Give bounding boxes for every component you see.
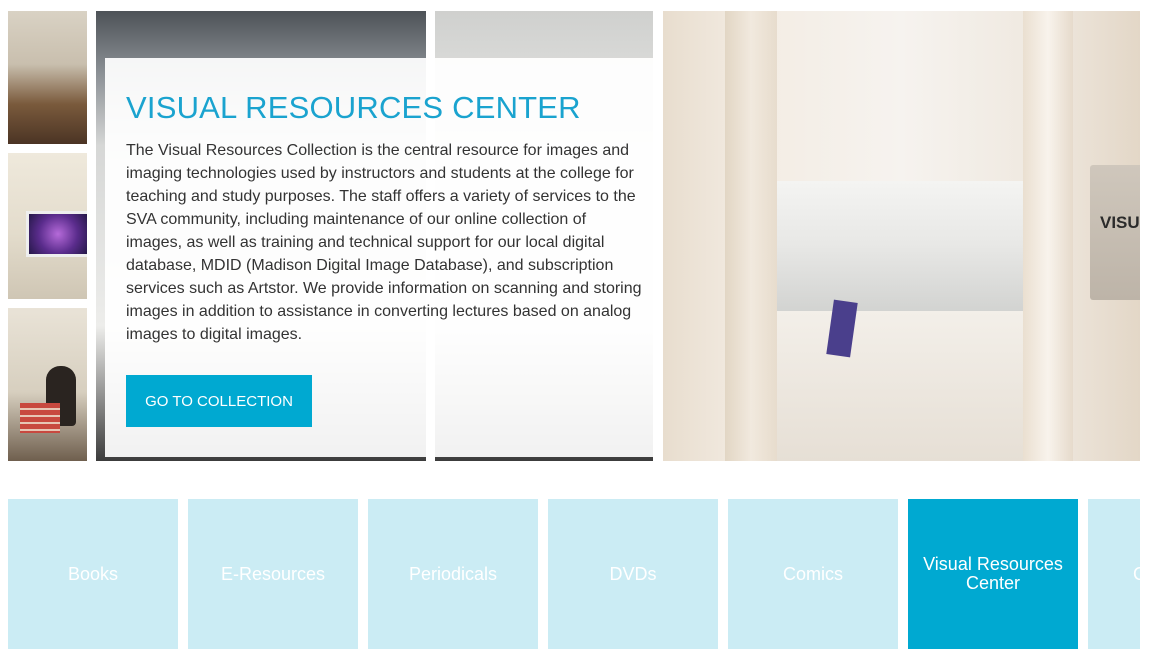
tile-comics[interactable]: Comics — [728, 499, 898, 649]
book-stack-image — [20, 403, 60, 433]
tile-label: Periodicals — [408, 563, 498, 584]
tile-e-resources[interactable]: E-Resources — [188, 499, 358, 649]
tile-partial[interactable]: G — [1088, 499, 1140, 649]
info-card: VISUAL RESOURCES CENTER The Visual Resou… — [105, 58, 662, 457]
tile-visual-resources-center[interactable]: Visual Resources Center — [908, 499, 1078, 649]
tile-dvds[interactable]: DVDs — [548, 499, 718, 649]
hero-banner: VISUAL RESOURCES CENTER VISUAL RESOURCES… — [8, 11, 1140, 461]
library-photo-imac — [8, 153, 87, 299]
wall-sign: VISUAL RESOURCES CENTER — [1090, 165, 1140, 300]
office-interior — [777, 181, 1023, 321]
library-photo-computers — [8, 11, 87, 144]
tile-label: Books — [67, 563, 119, 584]
description-text: The Visual Resources Collection is the c… — [126, 142, 642, 343]
wall-sign-text: VISUAL RESOURCES CENTER — [1100, 213, 1140, 232]
tile-label: DVDs — [609, 563, 657, 584]
tile-label: Visual Resources Center — [923, 554, 1063, 593]
tile-label: E-Resources — [220, 563, 326, 584]
page-title: VISUAL RESOURCES CENTER — [126, 90, 581, 125]
imac-screen-image — [26, 211, 87, 257]
go-to-collection-button[interactable]: GO TO COLLECTION — [126, 375, 312, 427]
visual-resources-room-photo: VISUAL RESOURCES CENTER — [663, 11, 1140, 461]
tile-books[interactable]: Books — [8, 499, 178, 649]
doorframe-right — [1023, 11, 1073, 461]
library-photo-student — [8, 308, 87, 461]
tile-label: G — [1088, 564, 1140, 584]
tile-periodicals[interactable]: Periodicals — [368, 499, 538, 649]
tile-label: Comics — [782, 563, 843, 584]
category-tiles: Books E-Resources Periodicals DVDs Comic… — [8, 499, 1140, 649]
doorframe-left — [725, 11, 777, 461]
front-counter — [777, 311, 1023, 461]
